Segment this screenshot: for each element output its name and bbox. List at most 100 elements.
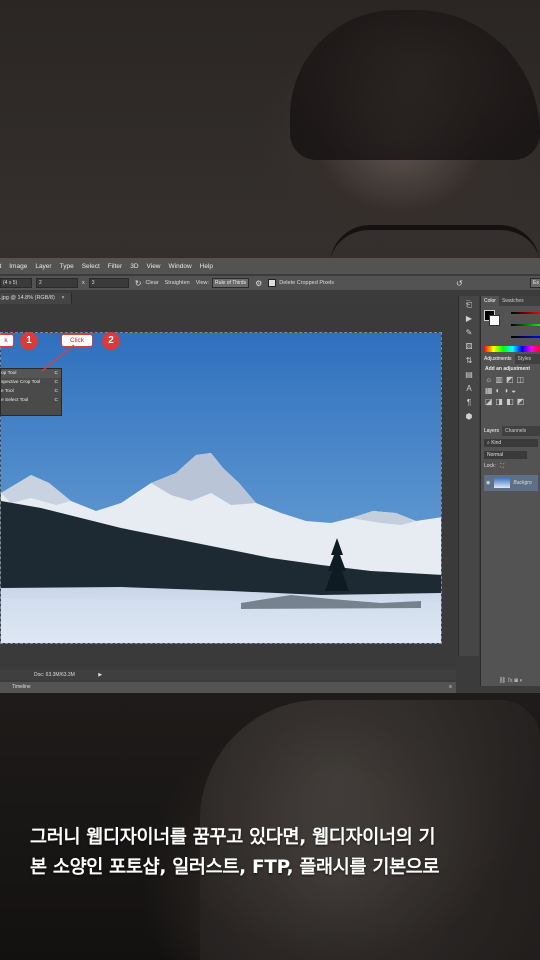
character-icon[interactable]: A [463,384,475,394]
eye-icon[interactable]: ◉ [486,480,490,486]
menu-view[interactable]: View [147,263,161,270]
tab-swatches[interactable]: Swatches [499,298,527,304]
3d-cube-icon[interactable]: ⬢ [463,412,475,422]
step-badge-2: 2 [102,332,120,350]
caption-line-1: 그러니 웹디자이너를 꿈꾸고 있다면, 웹디자이너의 기 [30,827,436,848]
shortcut-key: C [54,389,58,394]
step-badge-1: 1 [20,332,38,350]
subtitle-caption: 그러니 웹디자이너를 꿈꾸고 있다면, 웹디자이너의 기 본 소양인 포토샵, … [30,823,530,883]
menu-item-slice-tool[interactable]: e Tool C [1,387,61,396]
menu-item-label: spective Crop Tool [1,380,41,385]
crop-tool-menu: op Tool C spective Crop Tool C e Tool C … [0,368,62,416]
shortcut-key: C [54,380,58,385]
menu-layer[interactable]: Layer [35,263,51,270]
timeline-label[interactable]: Timeline [12,684,31,690]
right-panels: Color Swatches Adjustments Styles Add an… [480,296,540,686]
delete-cropped-label: Delete Cropped Pixels [279,280,334,286]
menu-3d[interactable]: 3D [130,263,138,270]
tab-layers[interactable]: Layers [481,426,503,436]
play-icon[interactable]: ▶ [463,314,475,324]
width-field[interactable]: 2 [36,278,78,288]
adjustment-icons-row3[interactable]: ◪◨◧◩ [485,397,537,406]
height-field[interactable]: 3 [88,278,129,288]
menu-edit[interactable]: it [0,263,1,270]
adjust-icon[interactable]: ⇅ [463,356,475,366]
layer-name: Backgro [513,480,532,486]
brush-preset-icon[interactable]: ✎ [463,328,475,338]
menu-bar: it Image Layer Type Select Filter 3D Vie… [0,258,540,274]
close-icon[interactable]: × [61,295,64,301]
menu-item-label: e Select Tool [1,398,29,403]
clear-button[interactable]: Clear [145,280,158,286]
photoshop-window: it Image Layer Type Select Filter 3D Vie… [0,258,540,693]
adjustment-icons[interactable]: ☼▥◩◫ [485,375,537,384]
color-spectrum[interactable] [484,346,540,352]
blue-slider[interactable] [511,336,540,338]
status-bar: Doc: 63.3M/63.3M ▶ [0,670,456,680]
timeline-menu-icon[interactable]: ≡ [449,682,452,693]
green-slider[interactable] [511,324,540,326]
image-canvas[interactable] [0,332,442,644]
exit-button[interactable]: Ex [530,278,540,288]
callout-pointer-line [41,345,75,372]
lock-icon[interactable]: ⛶ [500,463,504,469]
red-slider[interactable] [511,312,540,314]
layer-thumbnail [494,478,511,488]
tab-color[interactable]: Color [481,296,499,306]
ratio-select[interactable]: (4 x 5) [0,278,32,288]
menu-type[interactable]: Type [60,263,74,270]
tab-adjustments[interactable]: Adjustments [481,354,515,364]
clone-source-icon[interactable]: ⚄ [463,342,475,352]
history-icon[interactable]: ⎗ [463,300,475,310]
document-tab-label: .jpg @ 14.8% (RGB/8) [0,295,55,301]
delete-cropped-checkbox[interactable] [268,279,277,287]
layers-footer-icons[interactable]: ⛓ fx ◙ ◐ [481,677,540,684]
layers-panel: ⌕ Kind Normal Lock: ⛶ ◉ Backgro [481,436,540,494]
color-panel-tabs: Color Swatches [481,296,540,306]
menu-item-perspective-crop-tool[interactable]: spective Crop Tool C [1,378,61,387]
swap-x-label: x [82,280,85,286]
straighten-button[interactable]: Straighten [165,280,190,286]
blend-mode-select[interactable]: Normal [484,451,527,459]
shortcut-key: C [54,398,58,403]
color-panel [481,306,540,354]
kind-filter[interactable]: ⌕ Kind [484,439,538,447]
kind-label: Kind [491,440,502,446]
reset-icon[interactable]: ↺ [456,279,463,288]
view-select[interactable]: Rule of Thirds [212,278,250,288]
caption-line-2: 본 소양인 포토샵, 일러스트, FTP, 플래시를 기본으로 [30,857,440,878]
mountain-photo [1,333,441,643]
search-icon: ⌕ [487,440,490,446]
layer-row-background[interactable]: ◉ Backgro [484,475,538,491]
gear-icon[interactable]: ⚙ [255,279,262,288]
paragraph-icon[interactable]: ¶ [463,398,475,408]
layer-comps-icon[interactable]: ▤ [463,370,475,380]
callout-left: k [0,334,14,347]
document-tab[interactable]: .jpg @ 14.8% (RGB/8) × [0,293,72,304]
menu-help[interactable]: Help [200,263,213,270]
timeline-bar: Timeline ≡ [0,682,456,693]
menu-filter[interactable]: Filter [108,263,122,270]
adjustment-icons-row2[interactable]: ▦◐◑◒ [485,386,537,395]
layers-tabs: Layers Channels [481,426,540,436]
adjustments-heading: Add an adjustment [485,366,531,372]
menu-item-label: op Tool [1,371,17,376]
lock-label: Lock: [484,463,496,469]
doc-size: Doc: 63.3M/63.3M [34,672,75,678]
workspace: op Tool C spective Crop Tool C e Tool C … [0,304,456,669]
menu-item-label: e Tool [1,389,14,394]
adjustments-tabs: Adjustments Styles [481,354,540,364]
background-color-swatch[interactable] [489,315,500,326]
tab-channels[interactable]: Channels [502,428,529,434]
view-label: View: [195,280,210,286]
tab-styles[interactable]: Styles [515,356,535,362]
adjustments-panel: Add an adjustment ☼▥◩◫ ▦◐◑◒ ◪◨◧◩ [481,364,540,426]
menu-item-slice-select-tool[interactable]: e Select Tool C [1,396,61,405]
status-arrow-icon[interactable]: ▶ [98,672,102,678]
menu-image[interactable]: Image [9,263,27,270]
lock-row: Lock: ⛶ [484,463,538,469]
menu-window[interactable]: Window [169,263,192,270]
menu-select[interactable]: Select [82,263,100,270]
tool-strip: ⎗ ▶ ✎ ⚄ ⇅ ▤ A ¶ ⬢ [458,296,479,656]
rotate-icon[interactable]: ↻ [135,279,142,288]
